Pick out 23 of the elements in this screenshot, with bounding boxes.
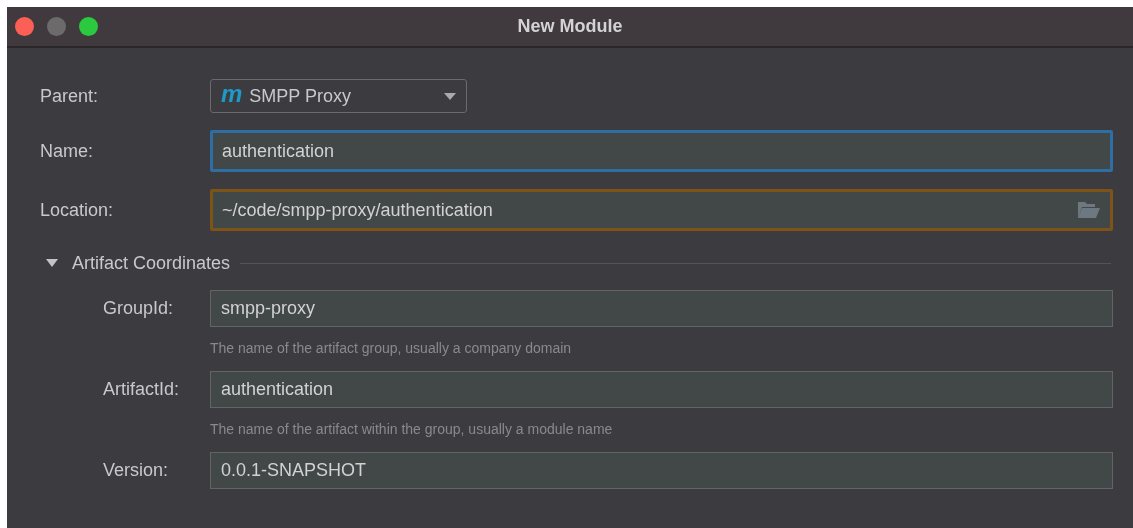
field-label: Location:	[39, 199, 115, 221]
hint-text: The name of the artifact within the group, usually a module name	[209, 421, 614, 437]
folder-icon[interactable]	[1077, 201, 1101, 219]
window-title: New Module	[516, 16, 624, 37]
text-field[interactable]: authentication	[210, 130, 1113, 172]
expand-toggle-icon[interactable]	[46, 259, 58, 267]
caret-icon	[444, 92, 456, 100]
minimize-button[interactable]	[47, 17, 66, 36]
zoom-button[interactable]	[79, 17, 98, 36]
section-title[interactable]: Artifact Coordinates	[72, 252, 231, 274]
field-label: Version:	[102, 460, 170, 481]
parent-dropdown[interactable]: m SMPP Proxy	[210, 79, 467, 113]
text-field[interactable]: smpp-proxy	[210, 290, 1113, 327]
text-field[interactable]: ~/code/smpp-proxy/authentication	[210, 189, 1113, 231]
field-label: Parent:	[39, 85, 100, 107]
text-field[interactable]: authentication	[210, 371, 1113, 408]
text-field[interactable]: 0.0.1-SNAPSHOT	[210, 452, 1113, 489]
close-button[interactable]	[15, 17, 34, 36]
field-label: ArtifactId:	[102, 379, 181, 400]
module-icon: m	[221, 82, 243, 106]
hint-text: The name of the artifact group, usually a company domain	[209, 340, 573, 356]
field-label: GroupId:	[102, 298, 175, 319]
field-label: Name:	[39, 140, 94, 162]
